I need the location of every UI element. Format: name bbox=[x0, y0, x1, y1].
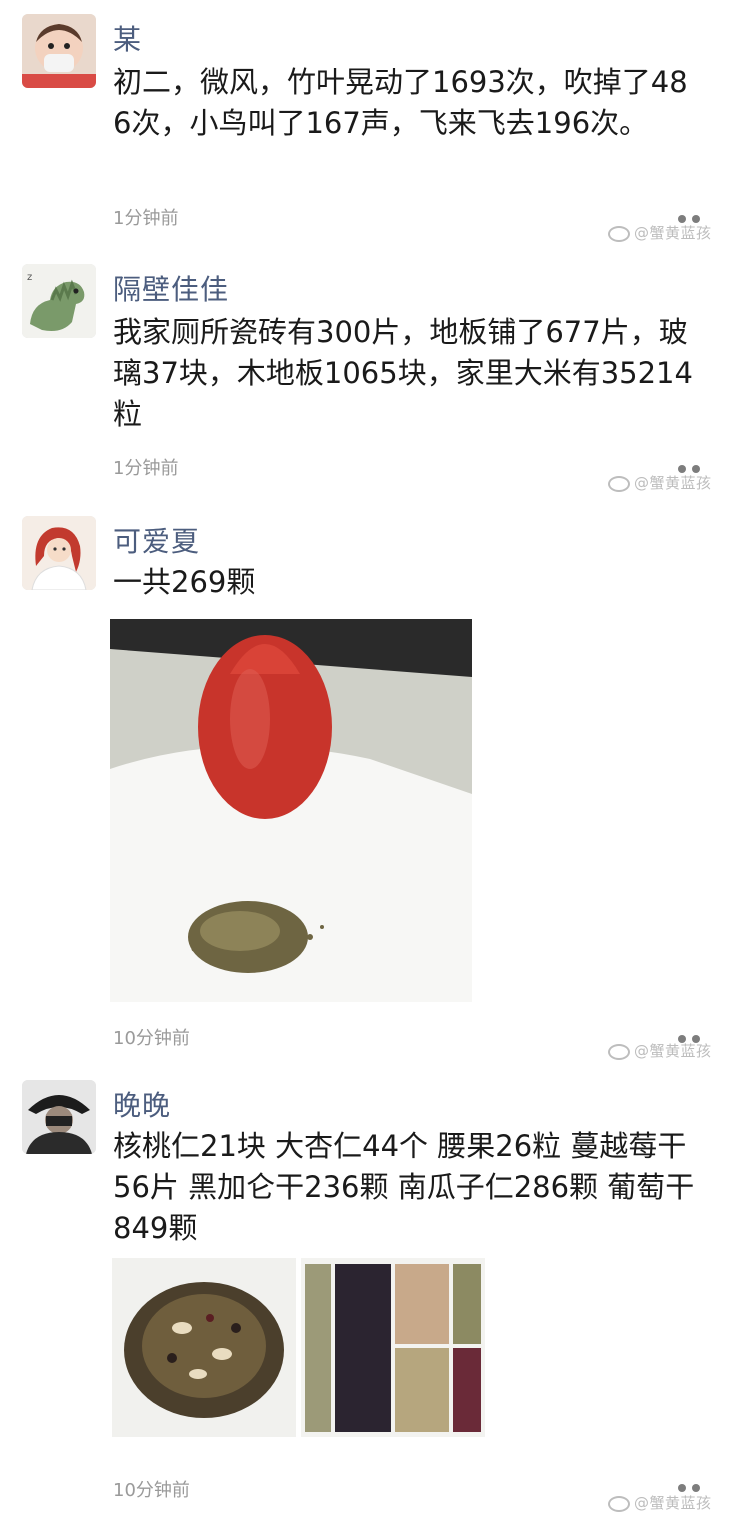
watermark: @蟹黄蓝孩 bbox=[608, 472, 712, 493]
avatar[interactable] bbox=[22, 14, 96, 88]
post-text: 初二，微风，竹叶晃动了1693次，吹掉了486次，小鸟叫了167声，飞来飞去19… bbox=[113, 65, 688, 140]
post-text: 核桃仁21块 大杏仁44个 腰果26粒 蔓越莓干56片 黑加仑干236颗 南瓜子… bbox=[113, 1129, 695, 1245]
username[interactable]: 晚晚 bbox=[113, 1084, 171, 1124]
weibo-logo-icon bbox=[608, 475, 630, 492]
watermark: @蟹黄蓝孩 bbox=[608, 1040, 712, 1061]
watermark: @蟹黄蓝孩 bbox=[608, 222, 712, 243]
watermark: @蟹黄蓝孩 bbox=[608, 1492, 712, 1513]
weibo-logo-icon bbox=[608, 1495, 630, 1512]
svg-text:z: z bbox=[27, 272, 32, 283]
timestamp: 10分钟前 bbox=[113, 1028, 190, 1049]
post-1: 某 初二，微风，竹叶晃动了1693次，吹掉了486次，小鸟叫了167声，飞来飞去… bbox=[0, 0, 739, 250]
post-2: z 隔壁佳佳 我家厕所瓷砖有300片，地板铺了677片，玻璃37块，木地板106… bbox=[0, 250, 739, 500]
weibo-logo-icon bbox=[608, 1043, 630, 1060]
avatar[interactable] bbox=[22, 1080, 96, 1154]
post-text: 我家厕所瓷砖有300片，地板铺了677片，玻璃37块，木地板1065块，家里大米… bbox=[113, 315, 693, 431]
post-3: 可爱夏 一共269颗 10分钟前 @蟹黄蓝孩 bbox=[0, 500, 739, 1070]
username[interactable]: 可爱夏 bbox=[113, 520, 200, 560]
avatar[interactable]: z bbox=[22, 264, 96, 338]
photo-avatar-icon bbox=[22, 1080, 96, 1154]
post-4: 晚晚 核桃仁21块 大杏仁44个 腰果26粒 蔓越莓干56片 黑加仑干236颗 … bbox=[0, 1070, 739, 1518]
baby-avatar-icon bbox=[22, 14, 96, 88]
strawberry-image-icon bbox=[110, 619, 472, 1002]
weibo-logo-icon bbox=[608, 225, 630, 242]
avatar[interactable] bbox=[22, 516, 96, 590]
post-text: 一共269颗 bbox=[113, 565, 256, 599]
princess-avatar-icon bbox=[22, 516, 96, 590]
timestamp: 10分钟前 bbox=[113, 1480, 190, 1501]
timestamp: 1分钟前 bbox=[113, 458, 179, 479]
nuts-grid-photo[interactable] bbox=[301, 1258, 485, 1437]
nuts-pile-photo[interactable] bbox=[112, 1258, 296, 1437]
timestamp: 1分钟前 bbox=[113, 208, 179, 229]
username[interactable]: 某 bbox=[113, 18, 142, 58]
strawberry-photo[interactable] bbox=[110, 619, 472, 1002]
nuts-pile-image-icon bbox=[112, 1258, 296, 1437]
nuts-grid-image-icon bbox=[301, 1258, 485, 1437]
dinosaur-avatar-icon: z bbox=[22, 264, 96, 338]
username[interactable]: 隔壁佳佳 bbox=[113, 268, 229, 308]
